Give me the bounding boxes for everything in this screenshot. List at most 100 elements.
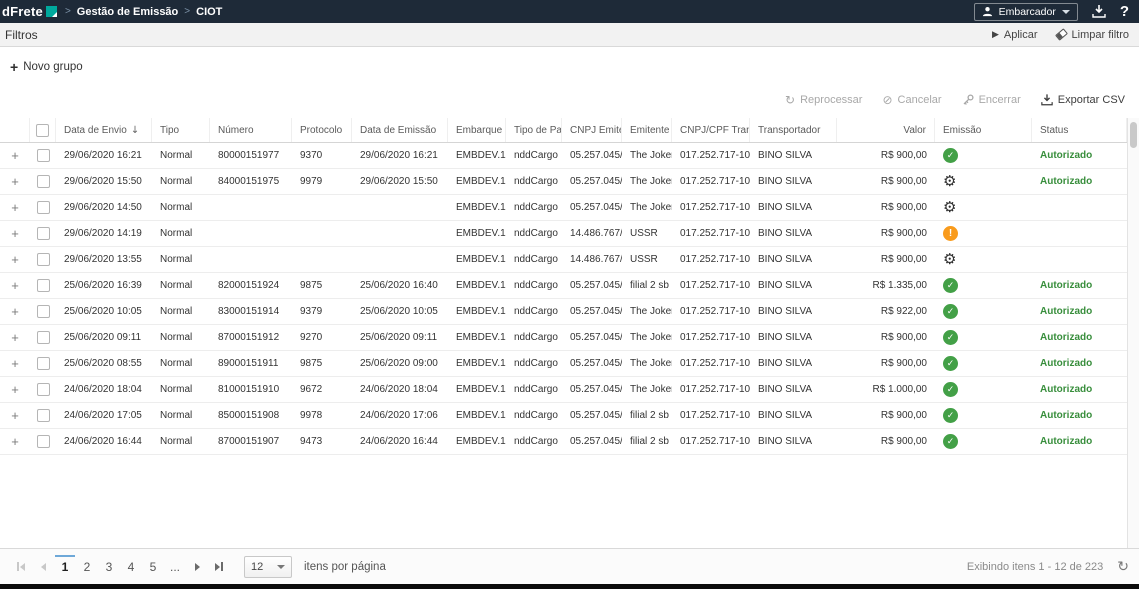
table-row[interactable]: + 29/06/2020 14:19 Normal EMBDEV.104855 … [0, 221, 1127, 247]
cell-numero: 87000151912 [210, 325, 292, 350]
table-row[interactable]: + 25/06/2020 08:55 Normal 89000151911 98… [0, 351, 1127, 377]
table-row[interactable]: + 25/06/2020 10:05 Normal 83000151914 93… [0, 299, 1127, 325]
column-header-protocolo[interactable]: Protocolo [292, 118, 352, 142]
app-logo[interactable]: dFrete [0, 4, 57, 19]
cell-tipo-pagamento: nddCargo [506, 143, 562, 168]
row-checkbox[interactable] [37, 201, 50, 214]
column-header-data-emissao[interactable]: Data de Emissão [352, 118, 448, 142]
cancel-button[interactable]: ⊘ Cancelar [882, 94, 941, 106]
new-group-button[interactable]: + Novo grupo [10, 57, 83, 77]
row-checkbox[interactable] [37, 435, 50, 448]
help-icon[interactable]: ? [1120, 4, 1129, 19]
column-header-valor[interactable]: Valor [837, 118, 935, 142]
table-row[interactable]: + 29/06/2020 13:55 Normal EMBDEV.104835 … [0, 247, 1127, 273]
page-size-label: itens por página [304, 561, 386, 573]
emission-success-icon[interactable]: ✓ [943, 330, 958, 345]
emission-success-icon[interactable]: ✓ [943, 434, 958, 449]
table-row[interactable]: + 25/06/2020 09:11 Normal 87000151912 92… [0, 325, 1127, 351]
column-header-cnpj-emitente[interactable]: CNPJ Emite... [562, 118, 622, 142]
table-row[interactable]: + 29/06/2020 15:50 Normal 84000151975 99… [0, 169, 1127, 195]
breadcrumb-ciot[interactable]: CIOT [196, 6, 222, 18]
column-header-embarque[interactable]: Embarque [448, 118, 506, 142]
expand-row-icon[interactable]: + [11, 227, 19, 240]
page-button-4[interactable]: 4 [121, 555, 141, 578]
page-button-5[interactable]: 5 [143, 555, 163, 578]
breadcrumb-gestao-emissao[interactable]: Gestão de Emissão [77, 6, 179, 18]
pager-info: Exibindo itens 1 - 12 de 223 [967, 561, 1103, 573]
emission-success-icon[interactable]: ✓ [943, 148, 958, 163]
emission-success-icon[interactable]: ✓ [943, 304, 958, 319]
page-size-select[interactable]: 12 [244, 556, 292, 578]
reprocess-button[interactable]: ↻ Reprocessar [785, 94, 862, 106]
row-checkbox[interactable] [37, 357, 50, 370]
table-row[interactable]: + 24/06/2020 18:04 Normal 81000151910 96… [0, 377, 1127, 403]
last-page-button[interactable] [208, 555, 230, 579]
column-header-emissao[interactable]: Emissão [935, 118, 1032, 142]
next-page-button[interactable] [186, 555, 208, 579]
page-button-1[interactable]: 1 [55, 555, 75, 578]
apply-filter-button[interactable]: ▶ Aplicar [992, 29, 1038, 41]
clear-filter-button[interactable]: Limpar filtro [1056, 29, 1129, 41]
table-row[interactable]: + 29/06/2020 16:21 Normal 80000151977 93… [0, 143, 1127, 169]
column-header-cnpj-transportador[interactable]: CNPJ/CPF Transp... [672, 118, 750, 142]
table-row[interactable]: + 29/06/2020 14:50 Normal EMBDEV.104857 … [0, 195, 1127, 221]
expand-row-icon[interactable]: + [11, 435, 19, 448]
table-row[interactable]: + 24/06/2020 17:05 Normal 85000151908 99… [0, 403, 1127, 429]
expand-row-icon[interactable]: + [11, 331, 19, 344]
expand-row-icon[interactable]: + [11, 383, 19, 396]
column-header-data-envio[interactable]: Data de Envio ↓ [56, 118, 152, 142]
column-header-status[interactable]: Status [1032, 118, 1127, 142]
user-menu-button[interactable]: Embarcador [974, 3, 1078, 21]
row-checkbox[interactable] [37, 383, 50, 396]
column-header-numero[interactable]: Número [210, 118, 292, 142]
previous-page-button[interactable] [32, 555, 54, 579]
row-checkbox[interactable] [37, 253, 50, 266]
row-checkbox[interactable] [37, 149, 50, 162]
table-row[interactable]: + 24/06/2020 16:44 Normal 87000151907 94… [0, 429, 1127, 455]
export-csv-button[interactable]: Exportar CSV [1041, 94, 1125, 106]
cell-embarque: EMBDEV.104862 [448, 143, 506, 168]
emission-warning-icon[interactable]: ! [943, 226, 958, 241]
cell-valor: R$ 922,00 [837, 299, 935, 324]
expand-row-icon[interactable]: + [11, 253, 19, 266]
close-ciot-button[interactable]: Encerrar [962, 94, 1021, 106]
page-button-2[interactable]: 2 [77, 555, 97, 578]
scrollbar-thumb[interactable] [1130, 122, 1137, 148]
emission-success-icon[interactable]: ✓ [943, 382, 958, 397]
first-page-button[interactable] [10, 555, 32, 579]
refresh-grid-icon[interactable]: ↻ [1117, 560, 1129, 574]
row-checkbox[interactable] [37, 409, 50, 422]
expand-row-icon[interactable]: + [11, 201, 19, 214]
more-pages-button[interactable]: ... [165, 555, 185, 578]
cell-emitente: The Joker [622, 351, 672, 376]
vertical-scrollbar[interactable] [1127, 118, 1139, 548]
expand-row-icon[interactable]: + [11, 409, 19, 422]
emission-success-icon[interactable]: ✓ [943, 278, 958, 293]
row-checkbox[interactable] [37, 331, 50, 344]
cell-embarque: EMBDEV.104835 [448, 247, 506, 272]
row-checkbox[interactable] [37, 175, 50, 188]
row-checkbox[interactable] [37, 305, 50, 318]
expand-row-icon[interactable]: + [11, 357, 19, 370]
emission-processing-gear-icon[interactable]: ⚙ [943, 252, 956, 267]
page-button-3[interactable]: 3 [99, 555, 119, 578]
select-all-checkbox[interactable] [36, 124, 49, 137]
expand-row-icon[interactable]: + [11, 149, 19, 162]
emission-success-icon[interactable]: ✓ [943, 408, 958, 423]
column-header-emitente[interactable]: Emitente [622, 118, 672, 142]
emission-processing-gear-icon[interactable]: ⚙ [943, 200, 956, 215]
emission-processing-gear-icon[interactable]: ⚙ [943, 174, 956, 189]
row-checkbox[interactable] [37, 227, 50, 240]
download-icon[interactable] [1092, 5, 1106, 18]
expand-row-icon[interactable]: + [11, 305, 19, 318]
column-header-tipo-pagamento[interactable]: Tipo de Paga... [506, 118, 562, 142]
column-header-tipo[interactable]: Tipo [152, 118, 210, 142]
expand-row-icon[interactable]: + [11, 175, 19, 188]
column-header-transportador[interactable]: Transportador [750, 118, 837, 142]
expand-row-icon[interactable]: + [11, 279, 19, 292]
row-checkbox[interactable] [37, 279, 50, 292]
cell-embarque: EMBDEV.104788 [448, 403, 506, 428]
table-row[interactable]: + 25/06/2020 16:39 Normal 82000151924 98… [0, 273, 1127, 299]
cell-data-emissao [352, 221, 448, 246]
emission-success-icon[interactable]: ✓ [943, 356, 958, 371]
